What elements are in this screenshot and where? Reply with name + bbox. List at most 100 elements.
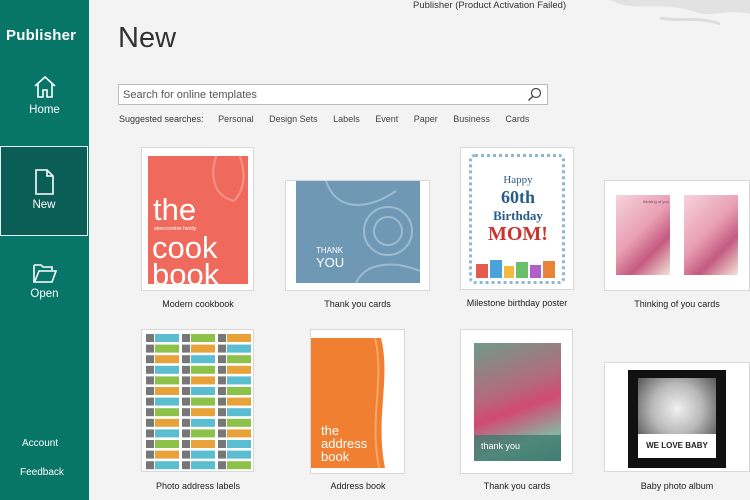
gift-boxes-illustration xyxy=(476,260,555,278)
sidebar-item-home[interactable]: Home xyxy=(0,74,89,144)
label-photo xyxy=(146,461,154,470)
label-bar xyxy=(227,418,251,427)
thumb-text: THANK xyxy=(316,246,344,255)
label-bar xyxy=(155,461,179,470)
page-title: New xyxy=(118,22,177,54)
label-photo xyxy=(182,334,190,342)
template-photo-address-labels[interactable]: Photo address labels xyxy=(141,329,255,494)
label-photo xyxy=(182,461,190,470)
label-photo xyxy=(182,408,190,417)
label-bar xyxy=(227,344,251,353)
suggested-business[interactable]: Business xyxy=(453,114,490,124)
sidebar-item-label: New xyxy=(32,199,56,211)
label-bar xyxy=(191,397,215,406)
label-photo xyxy=(218,418,226,427)
label-photo xyxy=(146,387,154,395)
label-bar xyxy=(191,387,215,395)
thumb-text: 60th xyxy=(500,187,535,207)
template-caption: Photo address labels xyxy=(155,481,241,491)
label-bar xyxy=(227,365,251,374)
decorative-brush-art xyxy=(610,0,750,26)
sidebar: Publisher Home New Open Account Feedback xyxy=(0,0,89,500)
template-caption: Thinking of you cards xyxy=(634,299,720,309)
app-title: Publisher xyxy=(6,27,77,44)
label-photo xyxy=(146,344,154,353)
suggested-labels[interactable]: Labels xyxy=(333,114,360,124)
label-photo xyxy=(218,334,226,342)
label-photo xyxy=(218,429,226,438)
feedback-link[interactable]: Feedback xyxy=(0,467,87,478)
search-input[interactable] xyxy=(123,87,523,102)
label-bar xyxy=(227,376,251,385)
label-bar xyxy=(227,408,251,417)
label-photo xyxy=(182,376,190,385)
search-box xyxy=(118,84,548,105)
template-caption: Modern cookbook xyxy=(162,299,234,309)
label-bar xyxy=(155,418,179,427)
window-title: Publisher (Product Activation Failed) xyxy=(413,0,567,11)
template-thumbnail: the abercrombie family cook book xyxy=(141,147,254,291)
label-photo xyxy=(218,440,226,448)
template-address-book[interactable]: the address book Address book xyxy=(310,329,406,494)
label-bar xyxy=(155,355,179,364)
thumb-text: YOU xyxy=(316,255,345,270)
label-bar xyxy=(227,355,251,364)
label-photo xyxy=(146,450,154,459)
label-bar xyxy=(191,355,215,364)
template-milestone-birthday-poster[interactable]: Happy 60th Birthday MOM! Milestone birth… xyxy=(460,147,574,312)
label-photo xyxy=(182,355,190,364)
template-caption: Baby photo album xyxy=(640,481,714,491)
label-bar xyxy=(155,344,179,353)
label-photo xyxy=(146,365,154,374)
template-caption: Address book xyxy=(330,481,386,491)
suggested-cards[interactable]: Cards xyxy=(505,114,529,124)
thumb-text: WE LOVE BABY xyxy=(646,441,708,450)
label-photo xyxy=(146,397,154,406)
label-photo xyxy=(182,387,190,395)
sidebar-item-new[interactable]: New xyxy=(0,146,88,236)
template-thumbnail: the address book xyxy=(310,329,405,474)
template-thumbnail: thinking of you xyxy=(604,180,750,291)
template-caption: Milestone birthday poster xyxy=(466,298,568,308)
label-photo xyxy=(182,397,190,406)
label-bar xyxy=(227,461,251,470)
label-photo xyxy=(146,440,154,448)
template-modern-cookbook[interactable]: the abercrombie family cook book Modern … xyxy=(141,147,255,312)
suggested-searches-label: Suggested searches: xyxy=(119,114,204,124)
template-thinking-of-you-cards[interactable]: thinking of you Thinking of you cards xyxy=(604,180,750,312)
thumb-text: thinking of you xyxy=(643,199,669,204)
template-baby-photo-album[interactable]: WE LOVE BABY Baby photo album xyxy=(604,362,750,494)
label-photo xyxy=(218,397,226,406)
suggested-design-sets[interactable]: Design Sets xyxy=(269,114,318,124)
sidebar-item-open[interactable]: Open xyxy=(0,262,89,322)
label-bar xyxy=(155,408,179,417)
suggested-personal[interactable]: Personal xyxy=(218,114,254,124)
template-thumbnail: Happy 60th Birthday MOM! xyxy=(460,147,574,290)
label-bar xyxy=(191,461,215,470)
suggested-event[interactable]: Event xyxy=(375,114,398,124)
search-icon[interactable] xyxy=(526,86,544,103)
template-caption: Thank you cards xyxy=(324,299,391,309)
label-bar xyxy=(155,440,179,448)
template-thumbnail xyxy=(141,329,254,472)
label-bar xyxy=(191,429,215,438)
label-photo xyxy=(218,450,226,459)
sidebar-item-label: Home xyxy=(29,104,60,116)
suggested-paper[interactable]: Paper xyxy=(414,114,438,124)
account-link[interactable]: Account xyxy=(0,438,89,449)
label-bar xyxy=(191,450,215,459)
template-caption: Thank you cards xyxy=(483,481,551,491)
label-photo xyxy=(218,365,226,374)
label-bar xyxy=(155,397,179,406)
label-photo xyxy=(182,450,190,459)
label-bar xyxy=(191,365,215,374)
label-bar xyxy=(155,429,179,438)
label-photo xyxy=(182,440,190,448)
label-photo xyxy=(146,355,154,364)
label-photo xyxy=(218,387,226,395)
template-thank-you-cards[interactable]: THANK YOU Thank you cards xyxy=(285,180,431,312)
label-bar xyxy=(227,429,251,438)
template-thumbnail: THANK YOU xyxy=(285,180,430,291)
label-photo xyxy=(146,429,154,438)
template-thank-you-cards-floral[interactable]: thank you Thank you cards xyxy=(460,329,574,494)
